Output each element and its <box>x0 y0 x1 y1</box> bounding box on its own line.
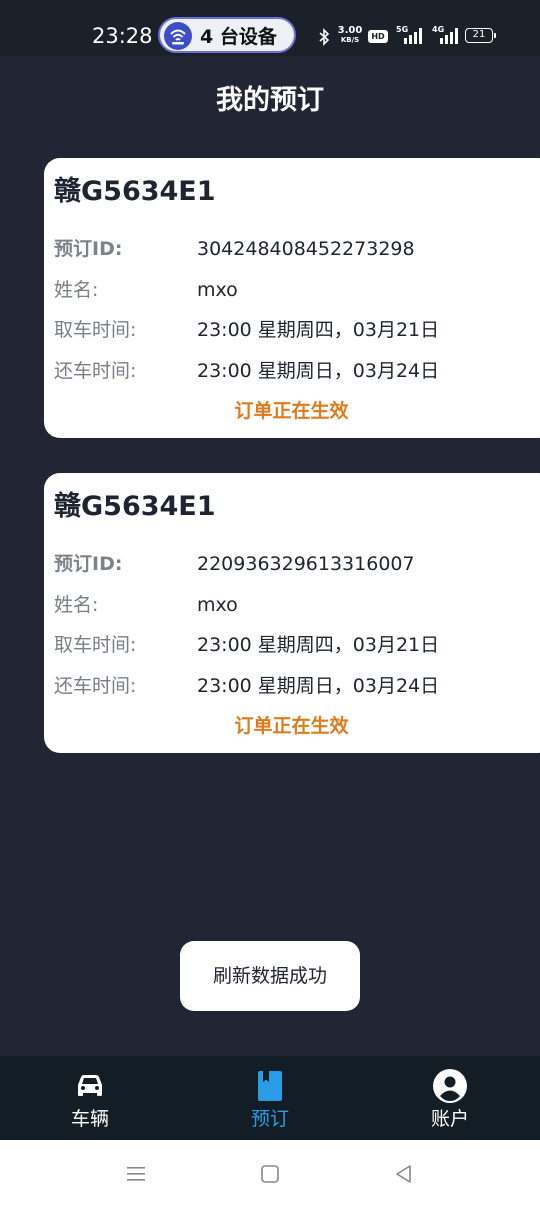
reservation-id-value: 304248408452273298 <box>197 238 415 260</box>
svg-text:5G: 5G <box>396 25 408 34</box>
name-value: mxo <box>197 594 238 616</box>
signal-4g-icon: 4G <box>432 24 462 46</box>
reservation-id-label: 预订ID: <box>54 553 123 575</box>
status-time: 23:28 <box>92 24 153 48</box>
pickup-time-label: 取车时间: <box>54 319 137 341</box>
page-title: 我的预订 <box>216 85 324 116</box>
signal-5g-icon: 5G <box>396 24 426 46</box>
card-plate-number: 赣G5634E1 <box>54 491 216 522</box>
name-label: 姓名: <box>54 594 99 616</box>
back-icon[interactable] <box>390 1160 418 1188</box>
reservation-id-value: 220936329613316007 <box>197 553 415 575</box>
hd-badge: HD <box>368 30 388 43</box>
pickup-time-value: 23:00 星期周四，03月21日 <box>197 319 440 341</box>
name-label: 姓名: <box>54 279 99 301</box>
nav-item-account[interactable]: 账户 <box>360 1056 540 1140</box>
app-screen: 23:28 4 台设备 3.00 KB/S HD 5G 4G 21 我的预订 赣… <box>0 0 540 1206</box>
menu-icon[interactable] <box>122 1160 150 1188</box>
name-row: 姓名: mxo <box>54 591 534 619</box>
bluetooth-icon <box>318 28 330 46</box>
order-status: 订单正在生效 <box>234 400 349 422</box>
nav-item-reservations[interactable]: 预订 <box>180 1056 360 1140</box>
reservation-id-row: 预订ID: 220936329613316007 <box>54 550 534 578</box>
return-time-value: 23:00 星期周日，03月24日 <box>197 675 440 697</box>
toast-message: 刷新数据成功 <box>180 941 360 1011</box>
return-time-row: 还车时间: 23:00 星期周日，03月24日 <box>54 672 534 700</box>
bottom-nav: 车辆 预订 账户 <box>0 1056 540 1140</box>
book-icon <box>252 1068 288 1104</box>
reservation-card[interactable]: 赣G5634E1 预订ID: 304248408452273298 姓名: mx… <box>44 158 540 438</box>
net-speed-value: 3.00 <box>337 25 363 36</box>
reservation-id-row: 预订ID: 304248408452273298 <box>54 235 534 263</box>
nav-item-vehicles[interactable]: 车辆 <box>0 1056 180 1140</box>
home-icon[interactable] <box>256 1160 284 1188</box>
device-count-pill[interactable]: 4 台设备 <box>158 17 296 53</box>
return-time-row: 还车时间: 23:00 星期周日，03月24日 <box>54 357 534 385</box>
name-row: 姓名: mxo <box>54 276 534 304</box>
status-bar: 23:28 4 台设备 3.00 KB/S HD 5G 4G 21 <box>0 0 540 56</box>
system-nav-bar <box>0 1140 540 1206</box>
device-count-text: 4 台设备 <box>200 26 277 48</box>
account-icon <box>432 1068 468 1104</box>
return-time-value: 23:00 星期周日，03月24日 <box>197 360 440 382</box>
reservation-card[interactable]: 赣G5634E1 预订ID: 220936329613316007 姓名: mx… <box>44 473 540 753</box>
return-time-label: 还车时间: <box>54 360 137 382</box>
net-speed-unit: KB/S <box>340 36 360 44</box>
net-speed: 3.00 KB/S <box>336 26 364 45</box>
battery-icon: 21 <box>465 28 496 43</box>
hotspot-icon <box>164 22 192 50</box>
pickup-time-label: 取车时间: <box>54 634 137 656</box>
pickup-time-row: 取车时间: 23:00 星期周四，03月21日 <box>54 631 534 659</box>
return-time-label: 还车时间: <box>54 675 137 697</box>
svg-text:4G: 4G <box>432 25 444 34</box>
pickup-time-value: 23:00 星期周四，03月21日 <box>197 634 440 656</box>
car-icon <box>72 1068 108 1104</box>
card-plate-number: 赣G5634E1 <box>54 176 216 207</box>
nav-label-reservations: 预订 <box>250 1108 289 1130</box>
pickup-time-row: 取车时间: 23:00 星期周四，03月21日 <box>54 316 534 344</box>
name-value: mxo <box>197 279 238 301</box>
nav-label-account: 账户 <box>430 1108 469 1130</box>
order-status: 订单正在生效 <box>234 715 349 737</box>
nav-label-vehicles: 车辆 <box>70 1108 109 1130</box>
reservation-id-label: 预订ID: <box>54 238 123 260</box>
